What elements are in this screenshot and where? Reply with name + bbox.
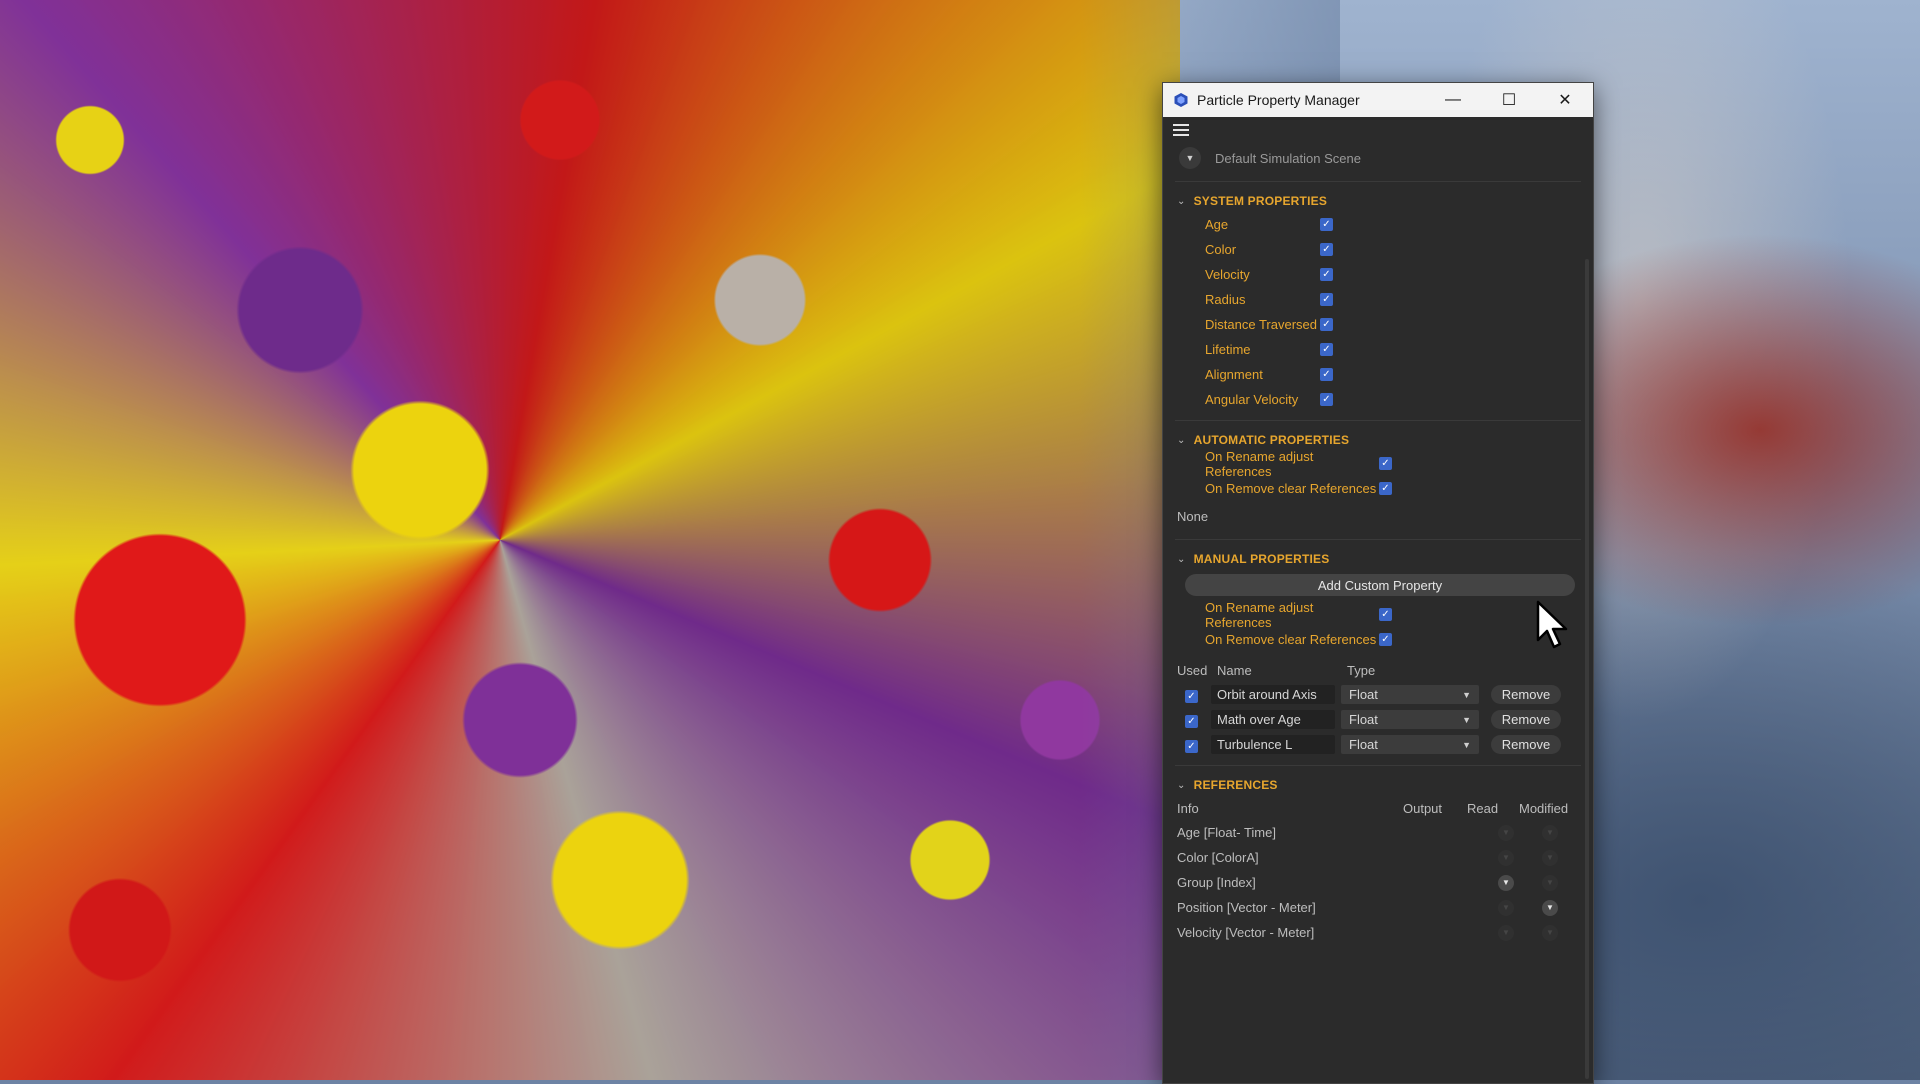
chevron-down-icon[interactable]: ⌄	[1177, 435, 1186, 446]
modified-toggle[interactable]: ▼	[1542, 899, 1558, 916]
scene-name: Default Simulation Scene	[1215, 150, 1361, 166]
read-toggle[interactable]: ▼	[1498, 824, 1514, 841]
system-property-row: Age ✓	[1163, 212, 1593, 237]
auto-rename-checkbox[interactable]: ✓	[1379, 457, 1392, 470]
section-system-properties[interactable]: ⌄ SYSTEM PROPERTIES	[1163, 190, 1593, 212]
modified-toggle[interactable]: ▼	[1542, 824, 1558, 841]
velocity-checkbox[interactable]: ✓	[1320, 268, 1333, 281]
manual-remove-checkbox[interactable]: ✓	[1379, 633, 1392, 646]
add-custom-property-button[interactable]: Add Custom Property	[1185, 574, 1575, 596]
remove-button[interactable]: Remove	[1491, 710, 1561, 729]
automatic-none-label: None	[1177, 508, 1209, 524]
age-checkbox[interactable]: ✓	[1320, 218, 1333, 231]
hamburger-menu-icon[interactable]	[1173, 124, 1189, 136]
read-toggle[interactable]: ▼	[1498, 899, 1514, 916]
modified-toggle[interactable]: ▼	[1542, 874, 1558, 891]
system-property-row: Velocity ✓	[1163, 262, 1593, 287]
app-icon	[1173, 92, 1189, 108]
scene-selector: ▼ Default Simulation Scene	[1163, 143, 1593, 173]
system-property-row: Radius ✓	[1163, 287, 1593, 312]
section-references[interactable]: ⌄ REFERENCES	[1163, 774, 1593, 796]
auto-remove-row: On Remove clear References ✓	[1163, 476, 1593, 501]
system-property-row: Color ✓	[1163, 237, 1593, 262]
property-name-field[interactable]: Math over Age	[1211, 710, 1335, 729]
read-toggle[interactable]: ▼	[1498, 924, 1514, 941]
auto-remove-checkbox[interactable]: ✓	[1379, 482, 1392, 495]
table-row: Velocity [Vector - Meter] ▼ ▼	[1163, 920, 1593, 945]
auto-rename-row: On Rename adjust References ✓	[1163, 449, 1593, 479]
radius-checkbox[interactable]: ✓	[1320, 293, 1333, 306]
lifetime-checkbox[interactable]: ✓	[1320, 343, 1333, 356]
remove-button[interactable]: Remove	[1491, 735, 1561, 754]
used-checkbox[interactable]: ✓	[1185, 739, 1198, 753]
title-bar: Particle Property Manager — ☐ ✕	[1163, 83, 1593, 117]
modified-toggle[interactable]: ▼	[1542, 849, 1558, 866]
property-name-field[interactable]: Orbit around Axis	[1211, 685, 1335, 704]
section-manual-properties[interactable]: ⌄ MANUAL PROPERTIES	[1163, 548, 1593, 570]
vertical-scrollbar[interactable]	[1585, 259, 1589, 1079]
type-dropdown[interactable]: Float ▼	[1341, 735, 1479, 754]
modified-toggle[interactable]: ▼	[1542, 924, 1558, 941]
dropdown-arrow-icon: ▼	[1462, 739, 1471, 750]
dropdown-arrow-icon: ▼	[1462, 689, 1471, 700]
property-name-field[interactable]: Turbulence L	[1211, 735, 1335, 754]
read-toggle[interactable]: ▼	[1498, 849, 1514, 866]
type-dropdown[interactable]: Float ▼	[1341, 685, 1479, 704]
chevron-down-icon[interactable]: ⌄	[1177, 780, 1186, 791]
chevron-down-icon[interactable]: ⌄	[1177, 196, 1186, 207]
used-checkbox[interactable]: ✓	[1185, 714, 1198, 728]
maximize-button[interactable]: ☐	[1481, 83, 1537, 117]
manual-rename-row: On Rename adjust References ✓	[1163, 600, 1593, 630]
scene-dropdown-icon[interactable]: ▼	[1179, 147, 1201, 169]
table-row: Age [Float- Time] ▼ ▼	[1163, 820, 1593, 845]
manual-rename-checkbox[interactable]: ✓	[1379, 608, 1392, 621]
manual-remove-row: On Remove clear References ✓	[1163, 627, 1593, 652]
angular-velocity-checkbox[interactable]: ✓	[1320, 393, 1333, 406]
table-row: Position [Vector - Meter] ▼ ▼	[1163, 895, 1593, 920]
particle-property-manager-window: Particle Property Manager — ☐ ✕ ▼ Defaul…	[1162, 82, 1594, 1084]
chevron-down-icon[interactable]: ⌄	[1177, 554, 1186, 565]
references-table-header: Info Output Read Modified	[1177, 800, 1569, 816]
mouse-pointer-icon	[1536, 600, 1570, 655]
manual-table-header: Used Name Type	[1177, 662, 1376, 678]
system-property-row: Lifetime ✓	[1163, 337, 1593, 362]
type-dropdown[interactable]: Float ▼	[1341, 710, 1479, 729]
close-button[interactable]: ✕	[1537, 83, 1593, 117]
menu-bar	[1163, 117, 1593, 143]
system-property-row: Angular Velocity ✓	[1163, 387, 1593, 412]
remove-button[interactable]: Remove	[1491, 685, 1561, 704]
background-render	[0, 0, 1920, 1080]
table-row: ✓ Orbit around Axis Float ▼ Remove	[1163, 682, 1593, 707]
dropdown-arrow-icon: ▼	[1462, 714, 1471, 725]
system-property-row: Alignment ✓	[1163, 362, 1593, 387]
window-title: Particle Property Manager	[1197, 92, 1360, 108]
table-row: ✓ Turbulence L Float ▼ Remove	[1163, 732, 1593, 757]
color-checkbox[interactable]: ✓	[1320, 243, 1333, 256]
table-row: Color [ColorA] ▼ ▼	[1163, 845, 1593, 870]
system-property-row: Distance Traversed ✓	[1163, 312, 1593, 337]
particle-swarm-image	[0, 0, 1180, 1080]
minimize-button[interactable]: —	[1425, 83, 1481, 117]
distance-traversed-checkbox[interactable]: ✓	[1320, 318, 1333, 331]
read-toggle[interactable]: ▼	[1498, 874, 1514, 891]
alignment-checkbox[interactable]: ✓	[1320, 368, 1333, 381]
table-row: ✓ Math over Age Float ▼ Remove	[1163, 707, 1593, 732]
table-row: Group [Index] ▼ ▼	[1163, 870, 1593, 895]
used-checkbox[interactable]: ✓	[1185, 689, 1198, 703]
